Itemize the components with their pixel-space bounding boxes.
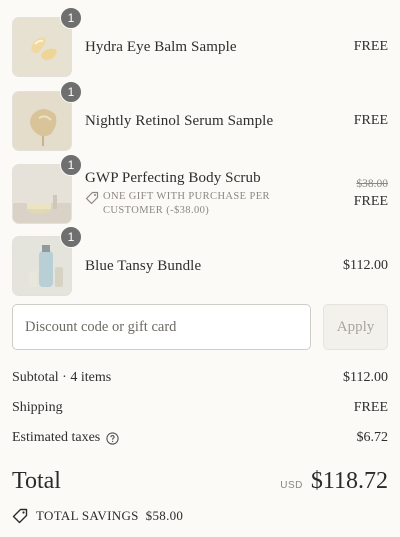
shipping-label: Shipping <box>12 400 63 415</box>
cart-item: 1 Blue Tansy Bundle $112.00 <box>12 226 388 296</box>
cart-item: 1 Hydra Eye Balm Sample FREE <box>12 7 388 77</box>
discount-text-line1: ONE GIFT WITH PURCHASE PER <box>103 191 270 202</box>
quantity-badge: 1 <box>60 226 82 248</box>
cart-item: 1 Nightly Retinol Serum Sample FREE <box>12 81 388 151</box>
product-name: Blue Tansy Bundle <box>85 257 202 274</box>
taxes-value: $6.72 <box>356 430 389 445</box>
tag-icon <box>12 508 28 524</box>
quantity-badge: 1 <box>60 7 82 29</box>
apply-button[interactable]: Apply <box>323 304 388 350</box>
question-circle-icon[interactable] <box>106 431 119 445</box>
discount-code-input[interactable] <box>12 304 311 350</box>
product-price: FREE <box>353 113 388 128</box>
discounted-price: FREE <box>353 194 388 209</box>
tag-icon <box>85 191 99 205</box>
subtotal-label: Subtotal · 4 items <box>12 370 112 385</box>
shipping-value: FREE <box>353 400 388 415</box>
product-thumbnail: 1 <box>12 154 82 224</box>
total-row: Total USD $118.72 <box>12 468 388 495</box>
product-price: $38.00 FREE <box>354 178 388 210</box>
product-price: $112.00 <box>343 258 388 273</box>
product-thumbnail: 1 <box>12 81 82 151</box>
savings-value: $58.00 <box>145 508 184 523</box>
subtotal-row: Subtotal · 4 items $112.00 <box>12 370 388 386</box>
product-name: GWP Perfecting Body Scrub <box>85 170 261 186</box>
quantity-badge: 1 <box>60 81 82 103</box>
applied-discount: ONE GIFT WITH PURCHASE PER CUSTOMER (-$3… <box>85 190 354 218</box>
total-label: Total <box>12 468 61 494</box>
total-value: $118.72 <box>310 468 388 494</box>
subtotal-value: $112.00 <box>343 370 388 385</box>
discount-text-line2: CUSTOMER (-$38.00) <box>103 205 210 216</box>
product-price: FREE <box>353 39 388 54</box>
quantity-badge: 1 <box>60 154 82 176</box>
shipping-row: Shipping FREE <box>12 400 388 416</box>
savings-label: TOTAL SAVINGS <box>36 508 139 523</box>
product-name: Nightly Retinol Serum Sample <box>85 112 274 129</box>
product-thumbnail: 1 <box>12 7 82 77</box>
product-thumbnail: 1 <box>12 226 82 296</box>
product-name: Hydra Eye Balm Sample <box>85 38 237 55</box>
cart-item: 1 GWP Perfecting Body Scrub ONE GIFT WIT… <box>12 154 388 224</box>
taxes-row: Estimated taxes $6.72 <box>12 430 388 446</box>
currency-code: USD <box>280 480 303 491</box>
discount-form: Apply <box>12 304 388 350</box>
taxes-label: Estimated taxes <box>12 430 101 445</box>
total-savings: TOTAL SAVINGS $58.00 <box>12 508 183 524</box>
original-price: $38.00 <box>356 178 388 190</box>
